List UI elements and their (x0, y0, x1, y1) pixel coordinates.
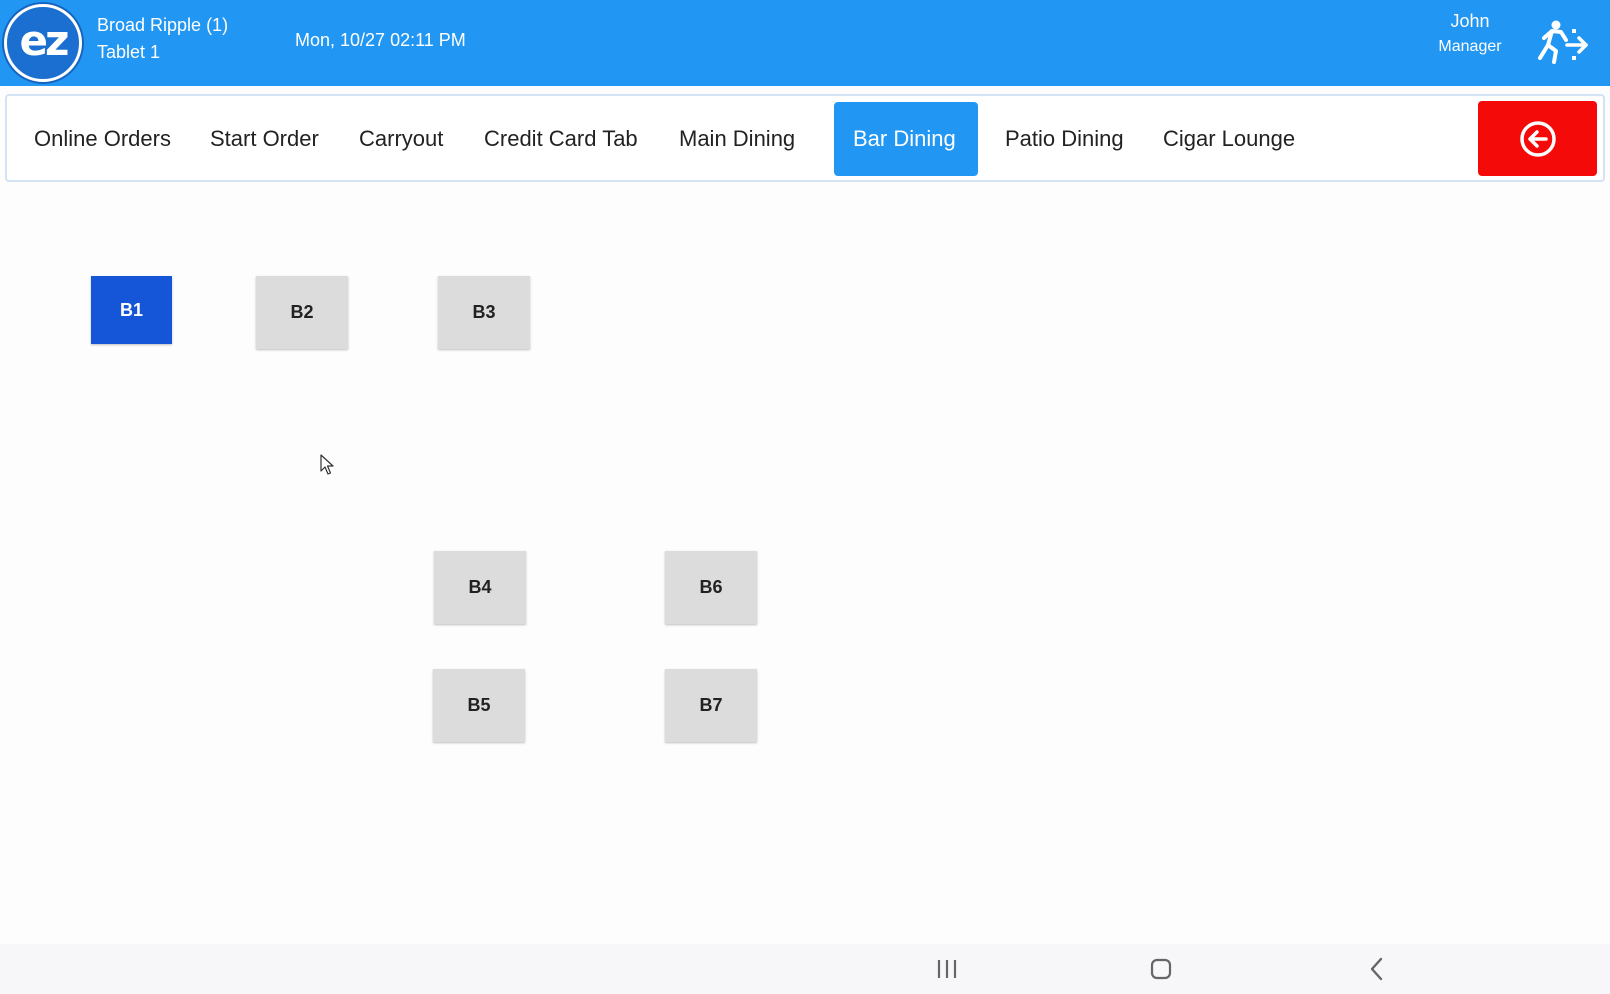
system-nav-bar (0, 944, 1610, 994)
device-name: Tablet 1 (97, 42, 161, 62)
ez-logo: ez (4, 4, 82, 82)
tab-cigar-lounge[interactable]: Cigar Lounge (1144, 102, 1314, 176)
tab-credit-card-tab[interactable]: Credit Card Tab (465, 102, 657, 176)
tab-online-orders[interactable]: Online Orders (15, 102, 190, 176)
store-name: Broad Ripple (1) (97, 15, 229, 35)
exit-running-person-icon[interactable] (1534, 18, 1590, 66)
section-tab-bar: Online Orders Start Order Carryout Credi… (5, 94, 1605, 182)
table-b7[interactable]: B7 (665, 669, 757, 742)
tab-bar-dining[interactable]: Bar Dining (834, 102, 978, 176)
user-name: John (1450, 11, 1490, 31)
app-header: ez Broad Ripple (1) Tablet 1 Mon, 10/27 … (0, 0, 1610, 86)
table-b3[interactable]: B3 (438, 276, 530, 349)
user-role: Manager (1438, 38, 1502, 55)
current-datetime: Mon, 10/27 02:11 PM (295, 30, 466, 50)
user-info: John Manager (1420, 8, 1520, 60)
store-info: Broad Ripple (1) Tablet 1 (97, 12, 228, 66)
table-b6[interactable]: B6 (665, 551, 757, 624)
tab-patio-dining[interactable]: Patio Dining (986, 102, 1143, 176)
table-b5[interactable]: B5 (433, 669, 525, 742)
logo-text: ez (19, 15, 70, 65)
tab-carryout[interactable]: Carryout (340, 102, 462, 176)
back-chevron-icon[interactable] (1365, 956, 1389, 982)
table-b4[interactable]: B4 (434, 551, 526, 624)
table-b1[interactable]: B1 (91, 276, 172, 344)
circle-arrow-left-icon (1519, 120, 1556, 157)
tab-main-dining[interactable]: Main Dining (660, 102, 814, 176)
tab-start-order[interactable]: Start Order (191, 102, 338, 176)
recents-icon[interactable] (935, 956, 959, 982)
table-b2[interactable]: B2 (256, 276, 348, 349)
pos-screen: ez Broad Ripple (1) Tablet 1 Mon, 10/27 … (0, 0, 1610, 994)
mouse-cursor-icon (320, 454, 334, 475)
back-button[interactable] (1478, 101, 1597, 176)
home-icon[interactable] (1149, 956, 1173, 982)
